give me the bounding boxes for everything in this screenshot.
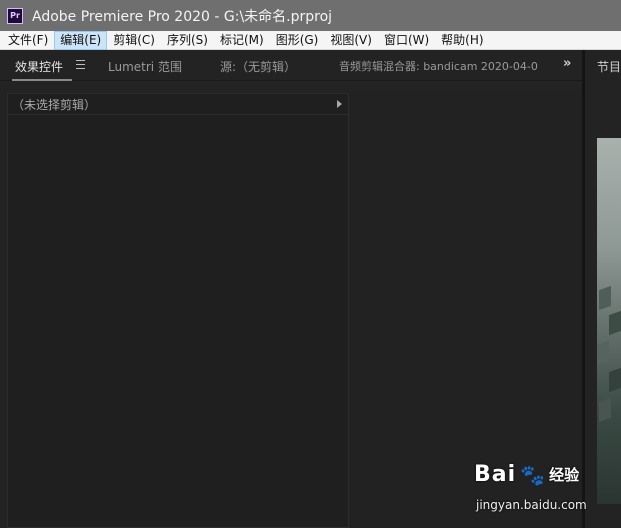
window-title: Adobe Premiere Pro 2020 - G:\未命名.prproj — [32, 8, 333, 25]
tab-audio-clip-mixer[interactable]: 音频剪辑混合器: bandicam 2020-04-0 — [339, 58, 538, 74]
menu-view[interactable]: 视图(V) — [324, 31, 378, 50]
title-bar: Pr Adobe Premiere Pro 2020 - G:\未命名.prpr… — [0, 0, 621, 31]
tab-program[interactable]: 节目 — [597, 58, 621, 75]
double-chevron-right-icon[interactable]: » — [563, 56, 571, 71]
menu-bar: 文件(F) 编辑(E) 剪辑(C) 序列(S) 标记(M) 图形(G) 视图(V… — [0, 30, 621, 50]
watermark-url: jingyan.baidu.com — [476, 498, 587, 512]
workspace: 效果控件 Lumetri 范围 源:（无剪辑） 音频剪辑混合器: bandica… — [0, 50, 621, 528]
menu-help[interactable]: 帮助(H) — [435, 31, 489, 50]
panel-tab-bar: 效果控件 Lumetri 范围 源:（无剪辑） 音频剪辑混合器: bandica… — [0, 50, 582, 81]
program-preview-image — [597, 138, 621, 504]
no-clip-selected-label: （未选择剪辑） — [12, 97, 97, 112]
tab-source[interactable]: 源:（无剪辑） — [220, 58, 296, 75]
effects-header: （未选择剪辑） — [8, 94, 348, 115]
program-monitor-panel: 节目 — [585, 50, 621, 528]
menu-markers[interactable]: 标记(M) — [214, 31, 270, 50]
effect-controls-content: （未选择剪辑） — [7, 93, 349, 528]
active-tab-indicator — [12, 79, 72, 81]
expand-triangle-icon[interactable] — [337, 100, 342, 108]
menu-edit[interactable]: 编辑(E) — [54, 30, 108, 50]
menu-sequence[interactable]: 序列(S) — [161, 31, 214, 50]
tab-effect-controls[interactable]: 效果控件 — [15, 58, 63, 75]
menu-file[interactable]: 文件(F) — [2, 31, 54, 50]
baidu-watermark: Bai 🐾 经验 — [474, 462, 579, 487]
tab-lumetri-scopes[interactable]: Lumetri 范围 — [108, 58, 182, 75]
watermark-suffix: 经验 — [549, 466, 580, 484]
source-panel-group: 效果控件 Lumetri 范围 源:（无剪辑） 音频剪辑混合器: bandica… — [0, 50, 582, 528]
watermark-brand: Bai — [474, 462, 517, 487]
menu-window[interactable]: 窗口(W) — [378, 31, 435, 50]
premiere-logo-icon: Pr — [7, 7, 23, 24]
menu-graphics[interactable]: 图形(G) — [270, 31, 325, 50]
panel-menu-icon[interactable] — [76, 60, 85, 69]
menu-clip[interactable]: 剪辑(C) — [107, 31, 161, 50]
paw-icon: 🐾 — [520, 462, 546, 487]
